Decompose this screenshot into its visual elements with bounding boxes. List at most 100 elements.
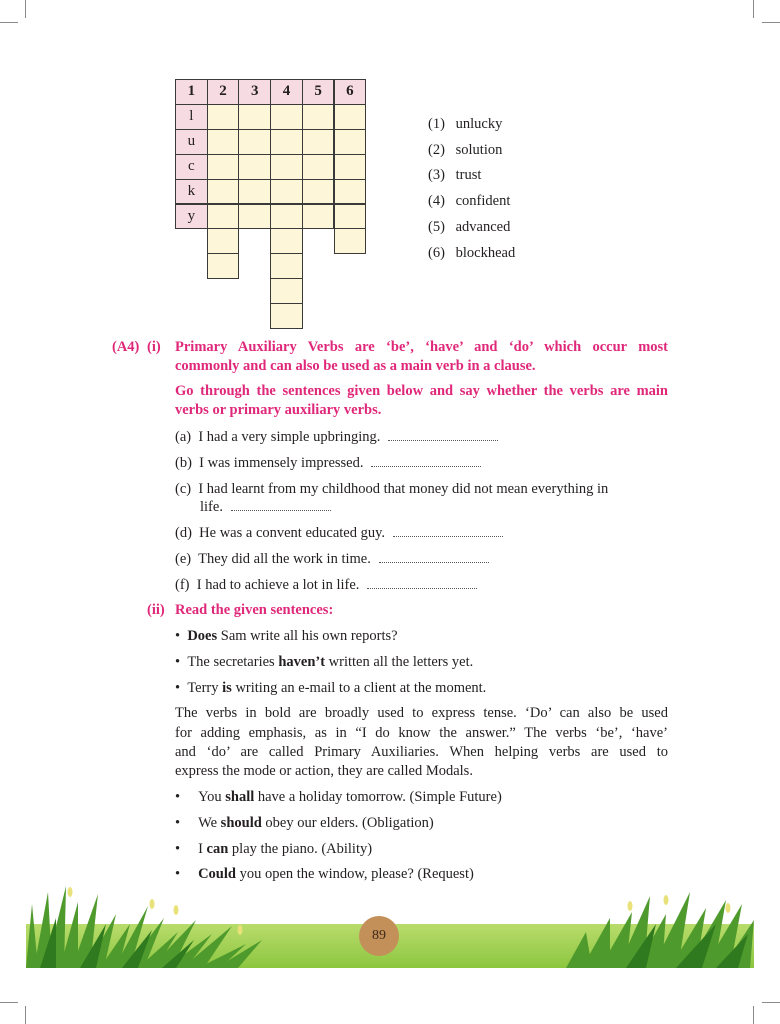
part-i-task-line2: verbs or primary auxiliary verbs.: [175, 402, 382, 418]
answer-blank[interactable]: [371, 456, 482, 467]
bullet-text: Terry: [187, 680, 223, 696]
crossword-answer-cell[interactable]: [333, 178, 367, 205]
bullet-text: written all the letters yet.: [325, 654, 474, 670]
crossword-answer-cell[interactable]: [206, 203, 240, 230]
clue-number: (6): [428, 245, 445, 261]
crossword-answer-cell[interactable]: [206, 228, 240, 255]
crossword-answer-cell[interactable]: [206, 103, 240, 130]
crossword-answer-cell[interactable]: [301, 128, 335, 155]
bullet-icon: •: [175, 841, 181, 857]
crossword-answer-cell[interactable]: [206, 153, 240, 180]
clue-number: (1): [428, 116, 445, 132]
modal-bullet: • Could you open the window, please? (Req…: [175, 865, 474, 884]
answer-blank[interactable]: [230, 500, 331, 511]
crop-mark: [753, 0, 754, 18]
crossword-answer-cell[interactable]: [270, 153, 303, 180]
bold-verb: is: [222, 680, 232, 696]
crossword-answer-cell[interactable]: [238, 103, 272, 130]
clue-number: (4): [428, 193, 445, 209]
exercise-item: (c) I had learnt from my childhood that …: [175, 480, 668, 499]
clue-item: (4) confident: [428, 193, 510, 210]
bullet-text: play the piano. (Ability): [228, 841, 373, 857]
clue-item: (5) advanced: [428, 219, 510, 236]
answer-blank[interactable]: [388, 430, 499, 441]
crossword-answer-cell[interactable]: [270, 303, 303, 329]
bullet-text: We: [198, 815, 221, 831]
bullet-text: writing an e-mail to a client at the mom…: [231, 680, 487, 696]
a4-label: (A4): [112, 339, 140, 355]
crossword-answer-cell[interactable]: [270, 178, 303, 205]
answer-blank[interactable]: [378, 552, 489, 563]
exercise-item: (a) I had a very simple upbringing.: [175, 428, 499, 447]
crop-mark: [762, 1002, 780, 1003]
clue-item: (6) blockhead: [428, 245, 515, 262]
item-text: I had a very simple upbringing.: [198, 429, 381, 445]
item-text: I had learnt from my childhood that mone…: [198, 481, 609, 497]
item-label: (c): [175, 481, 192, 497]
crossword-answer-cell[interactable]: [270, 128, 303, 155]
exercise-item-continued: life.: [200, 498, 331, 517]
bullet-text: You: [198, 789, 226, 805]
item-text: He was a convent educated guy.: [199, 525, 386, 541]
crossword-letter-cell: y: [175, 203, 208, 230]
clue-word: trust: [455, 167, 482, 183]
clue-word: blockhead: [455, 245, 516, 261]
crossword-letter-cell: l: [175, 103, 208, 130]
page-number: 89: [359, 916, 399, 956]
crossword-answer-cell[interactable]: [333, 203, 367, 230]
bullet-text: obey our elders. (Obligation): [261, 815, 434, 831]
crossword-answer-cell[interactable]: [270, 253, 303, 280]
bullet-text: Sam write all his own reports?: [217, 628, 398, 644]
item-label: (f): [175, 577, 190, 593]
exercise-item: (f) I had to achieve a lot in life.: [175, 576, 478, 595]
bold-modal: shall: [225, 789, 255, 805]
clue-number: (3): [428, 167, 445, 183]
crossword-answer-cell[interactable]: [270, 203, 303, 230]
part-i-task-line1: Go through the sentences given below and…: [175, 383, 668, 399]
crossword-answer-cell[interactable]: [301, 178, 335, 205]
crossword-answer-cell[interactable]: [301, 153, 335, 180]
part-i-intro-line2: commonly and can also be used as a main …: [175, 358, 536, 374]
crossword-answer-cell[interactable]: [238, 178, 272, 205]
example-bullet: • Terry is writing an e-mail to a client…: [175, 679, 486, 698]
crossword-answer-cell[interactable]: [238, 203, 272, 230]
item-text: I was immensely impressed.: [199, 455, 364, 471]
crossword-answer-cell[interactable]: [270, 103, 303, 130]
crossword-answer-cell[interactable]: [270, 228, 303, 255]
exercise-item: (b) I was immensely impressed.: [175, 454, 482, 473]
crossword-answer-cell[interactable]: [333, 153, 367, 180]
bullet-text: you open the window, please? (Request): [235, 866, 474, 882]
exercise-item: (e) They did all the work in time.: [175, 550, 489, 569]
clue-item: (2) solution: [428, 142, 502, 159]
answer-blank[interactable]: [367, 578, 478, 589]
crossword-answer-cell[interactable]: [333, 128, 367, 155]
crossword-answer-cell[interactable]: [238, 128, 272, 155]
answer-blank[interactable]: [393, 526, 504, 537]
crossword-answer-cell[interactable]: [333, 228, 367, 255]
crossword-answer-cell[interactable]: [206, 253, 240, 280]
item-text: They did all the work in time.: [198, 551, 371, 567]
item-text: life.: [200, 499, 223, 515]
crossword-header-cell: 3: [238, 79, 272, 105]
crossword-header-cell: 6: [333, 79, 367, 105]
exercise-item: (d) He was a convent educated guy.: [175, 524, 504, 543]
crossword-answer-cell[interactable]: [206, 128, 240, 155]
crossword-answer-cell[interactable]: [301, 103, 335, 130]
item-label: (a): [175, 429, 192, 445]
crossword-answer-cell[interactable]: [238, 153, 272, 180]
item-label: (d): [175, 525, 192, 541]
bullet-icon: •: [175, 628, 181, 644]
crossword-answer-cell[interactable]: [206, 178, 240, 205]
bold-modal: can: [206, 841, 229, 857]
clue-item: (1) unlucky: [428, 116, 502, 133]
crossword-header-cell: 5: [301, 79, 335, 105]
crop-mark: [25, 0, 26, 18]
crossword-answer-cell[interactable]: [301, 203, 335, 230]
explanation-line: and ‘do’ are called Primary Auxiliaries.…: [175, 744, 668, 760]
crossword-header-cell: 1: [175, 79, 208, 105]
crop-mark: [0, 22, 18, 23]
bullet-icon: •: [175, 789, 181, 805]
crossword-answer-cell[interactable]: [333, 103, 367, 130]
clue-word: advanced: [455, 219, 511, 235]
crossword-answer-cell[interactable]: [270, 278, 303, 305]
